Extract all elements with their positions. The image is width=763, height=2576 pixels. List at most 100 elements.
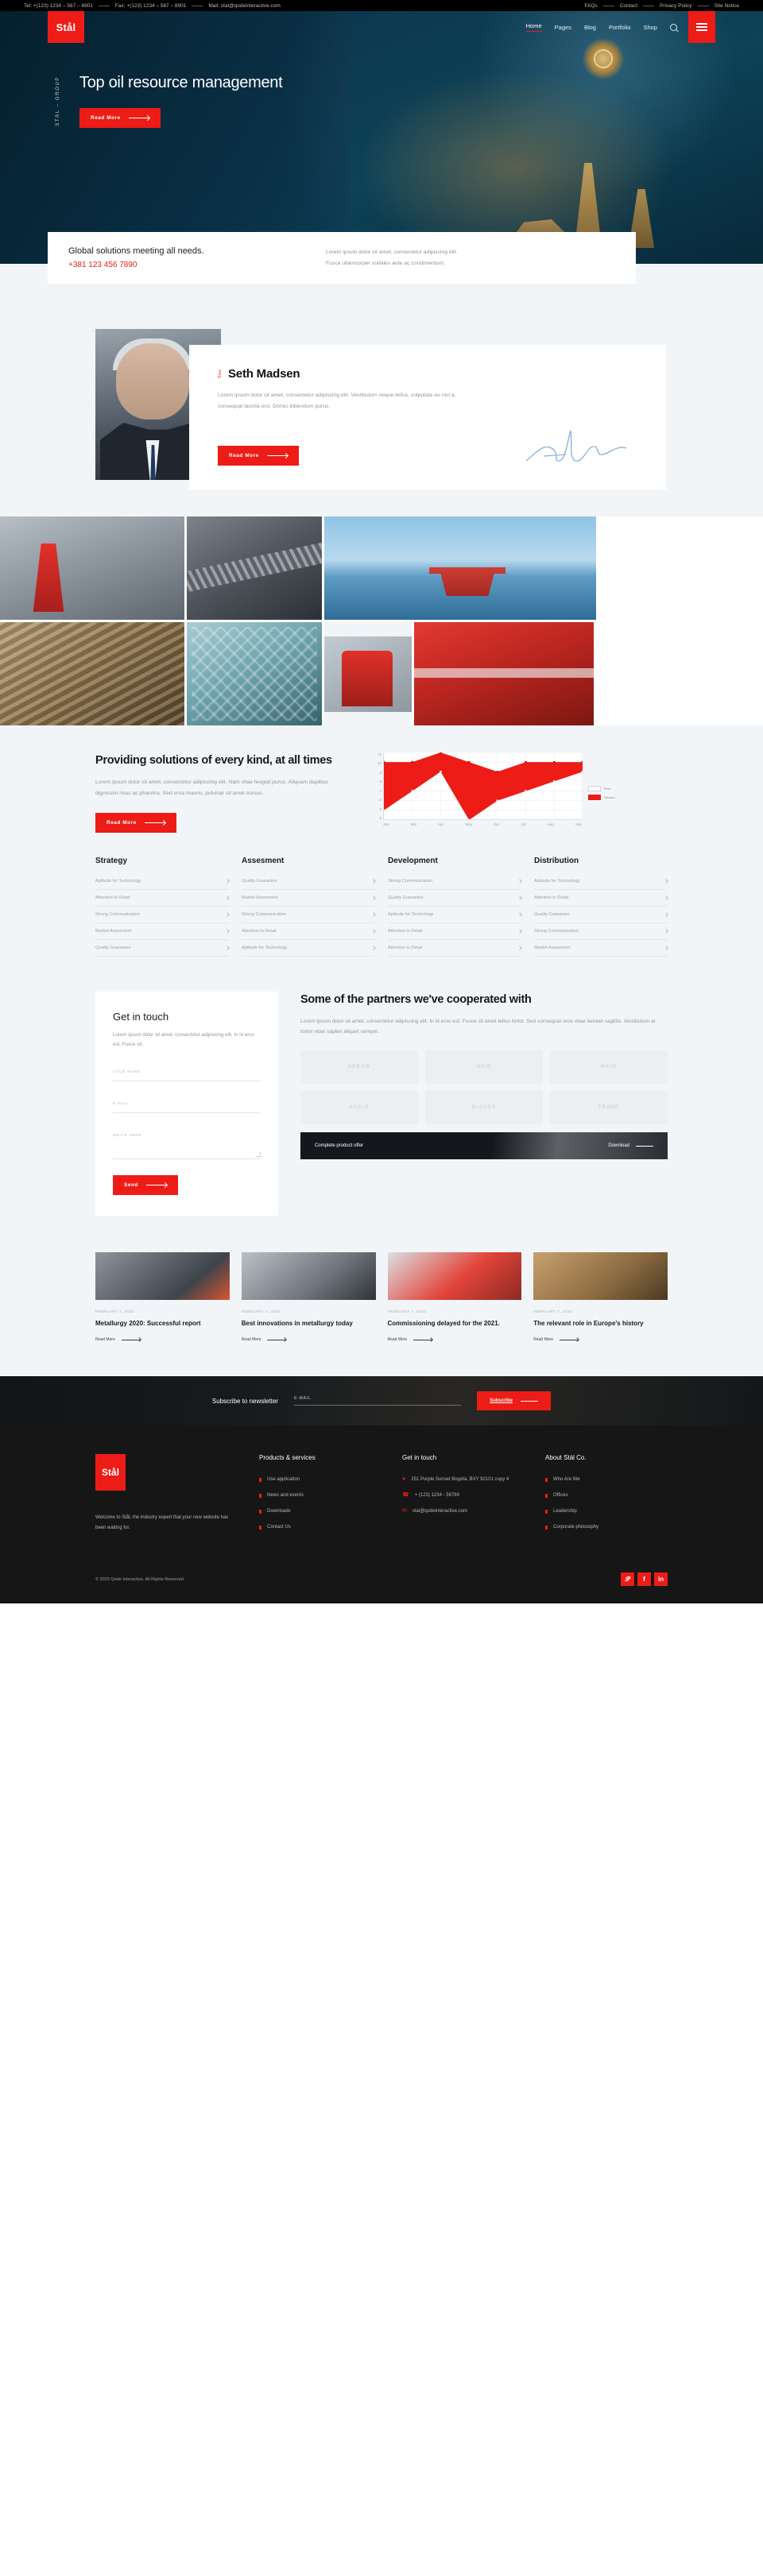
capability-item[interactable]: Attention to Detail	[388, 923, 522, 940]
gallery-image-1[interactable]	[0, 516, 184, 620]
facebook-icon[interactable]: f	[637, 1572, 651, 1587]
hero-read-more-button[interactable]: Read More	[79, 107, 161, 128]
arrow-right-icon	[636, 1145, 653, 1147]
subscribe-button[interactable]: Subscribe	[477, 1391, 552, 1411]
capability-item[interactable]: Quality Guarantee	[534, 907, 668, 923]
chart-y-tick: 8	[379, 779, 382, 784]
gallery-image-5[interactable]	[187, 622, 322, 725]
name-field[interactable]: YOUR NAME	[113, 1062, 261, 1082]
hamburger-icon[interactable]	[688, 11, 715, 43]
gallery-image-7[interactable]	[414, 622, 594, 725]
blog-post-title[interactable]: Metallurgy 2020: Successful report	[95, 1319, 230, 1329]
hero-title: Top oil resource management	[79, 74, 283, 91]
partner-logo[interactable]: GRID	[425, 1050, 543, 1085]
nav-item-home[interactable]: Home	[525, 22, 542, 32]
footer-link-product[interactable]: Use application	[259, 1477, 382, 1483]
blog-post-card[interactable]: FEBRUARY 7, 2020 Best innovations in meta…	[241, 1252, 376, 1344]
top-link-site-notice[interactable]: Site Notice	[715, 3, 739, 9]
gallery-image-4[interactable]	[0, 622, 184, 725]
linkedin-icon[interactable]: in	[654, 1572, 668, 1587]
gallery-image-3[interactable]	[324, 516, 596, 620]
blog-post-card[interactable]: FEBRUARY 7, 2020 The relevant role in Eur…	[533, 1252, 668, 1344]
legend-label: First	[604, 787, 610, 791]
footer-link-product[interactable]: Downloads	[259, 1509, 382, 1514]
footer-link-about[interactable]: Who Are We	[545, 1477, 668, 1483]
capability-item[interactable]: Market Assesment	[242, 890, 376, 907]
capability-item[interactable]: Quality Guarantee	[95, 940, 230, 957]
capability-item[interactable]: Attention to Detail	[95, 890, 230, 907]
footer-email[interactable]: ✉ stal@qodeinteractive.com	[402, 1508, 525, 1514]
capability-item[interactable]: Attention to Detail	[388, 940, 522, 957]
capability-item[interactable]: Aptitude for Technology	[95, 873, 230, 890]
partner-logo[interactable]: ANGLE	[300, 1091, 418, 1125]
capability-item[interactable]: Strong Communication	[388, 873, 522, 890]
person-read-more-button[interactable]: Read More	[218, 445, 299, 466]
blog-post-title[interactable]: Commissioning delayed for the 2021.	[388, 1319, 522, 1329]
blog-read-more-link[interactable]: Read More	[533, 1337, 579, 1342]
partner-logo[interactable]: BLOCKS	[425, 1091, 543, 1125]
twitter-icon[interactable]: 𝒫	[621, 1572, 634, 1587]
chevron-right-icon	[225, 928, 230, 934]
capability-item[interactable]: Strong Communication	[95, 907, 230, 923]
capabilities-section: Strategy Aptitude for Technology Attention…	[0, 832, 763, 984]
capability-item[interactable]: Quality Guarantee	[388, 890, 522, 907]
capability-item[interactable]: Strong Communication	[534, 923, 668, 940]
blog-post-thumbnail[interactable]	[241, 1252, 376, 1301]
promo-download-link[interactable]: Download	[608, 1143, 653, 1148]
footer-link-about[interactable]: Corporate philosophy	[545, 1525, 668, 1530]
nav-item-portfolio[interactable]: Portfolio	[609, 24, 631, 31]
blog-post-card[interactable]: FEBRUARY 7, 2020 Commissioning delayed fo…	[387, 1252, 522, 1344]
blog-post-thumbnail[interactable]	[95, 1252, 230, 1301]
partner-logo[interactable]: FRAME	[550, 1091, 668, 1125]
footer-link-product[interactable]: News and events	[259, 1493, 382, 1499]
blog-post-thumbnail[interactable]	[533, 1252, 668, 1301]
top-link-faqs[interactable]: FAQs	[584, 3, 597, 9]
info-card: Global solutions meeting all needs. +381…	[48, 232, 636, 284]
capability-item[interactable]: Aptitude for Technology	[388, 907, 522, 923]
nav-item-shop[interactable]: Shop	[643, 24, 657, 31]
promo-banner[interactable]: Complete product offer Download	[300, 1132, 668, 1160]
newsletter-email-input[interactable]: E-MAIL	[294, 1396, 462, 1406]
blog-read-more-link[interactable]: Read More	[388, 1337, 433, 1342]
chart-y-tick: 7	[379, 788, 382, 793]
capability-item[interactable]: Market Assesment	[534, 940, 668, 957]
capability-item[interactable]: Aptitude for Technology	[534, 873, 668, 890]
nav-item-blog[interactable]: Blog	[584, 24, 596, 31]
site-logo[interactable]: Stål	[48, 11, 84, 43]
solutions-read-more-button[interactable]: Read More	[95, 812, 176, 833]
footer-link-product[interactable]: Contact Us	[259, 1525, 382, 1530]
email-field[interactable]: E-MAIL	[113, 1094, 261, 1114]
footer-link-about[interactable]: Leadership	[545, 1509, 668, 1514]
send-button[interactable]: Send	[113, 1175, 178, 1196]
info-card-phone[interactable]: +381 123 456 7890	[68, 261, 307, 269]
blog-read-more-link[interactable]: Read More	[95, 1337, 141, 1342]
subscribe-label: Subscribe	[490, 1398, 513, 1404]
gallery-image-6[interactable]	[324, 622, 412, 725]
blog-read-more-link[interactable]: Read More	[242, 1337, 287, 1342]
blog-post-title[interactable]: Best innovations in metallurgy today	[242, 1319, 376, 1329]
blog-post-title[interactable]: The relevant role in Europe's history	[533, 1319, 668, 1329]
resize-handle-icon[interactable]	[256, 1152, 261, 1158]
blog-post-card[interactable]: FEBRUARY 7, 2020 Metallurgy 2020: Success…	[95, 1252, 230, 1344]
footer-link-about[interactable]: Offices	[545, 1493, 668, 1499]
partner-logo[interactable]: WAVE	[550, 1050, 668, 1085]
capability-item[interactable]: Quality Guarantee	[242, 873, 376, 890]
search-icon[interactable]	[670, 23, 677, 31]
blog-post-thumbnail[interactable]	[387, 1252, 522, 1301]
area-chart: 11 10 9 8 7 6 5 4 Jan Mar Apr May Jun Jul Aug Sep Firs…	[378, 752, 615, 826]
top-link-privacy[interactable]: Privacy Policy	[660, 3, 691, 9]
capability-item[interactable]: Market Assesment	[95, 923, 230, 940]
capability-item[interactable]: Strong Communication	[242, 907, 376, 923]
message-field[interactable]: WRITE HERE	[113, 1126, 261, 1160]
capability-item[interactable]: Attention to Detail	[242, 923, 376, 940]
footer-logo[interactable]: Stål	[95, 1454, 126, 1491]
capability-item[interactable]: Attention to Detail	[534, 890, 668, 907]
top-link-contact[interactable]: Contact	[620, 3, 637, 9]
gallery-image-2[interactable]	[187, 516, 322, 620]
nav-item-pages[interactable]: Pages	[555, 24, 571, 31]
mail-icon: ✉	[402, 1508, 407, 1514]
partner-logo[interactable]: ARROW	[300, 1050, 418, 1085]
chart-y-tick: 11	[378, 752, 382, 756]
footer-phone[interactable]: ☎ + (123) 1234 - 56789	[402, 1492, 525, 1498]
capability-item[interactable]: Aptitude for Technology	[242, 940, 376, 957]
